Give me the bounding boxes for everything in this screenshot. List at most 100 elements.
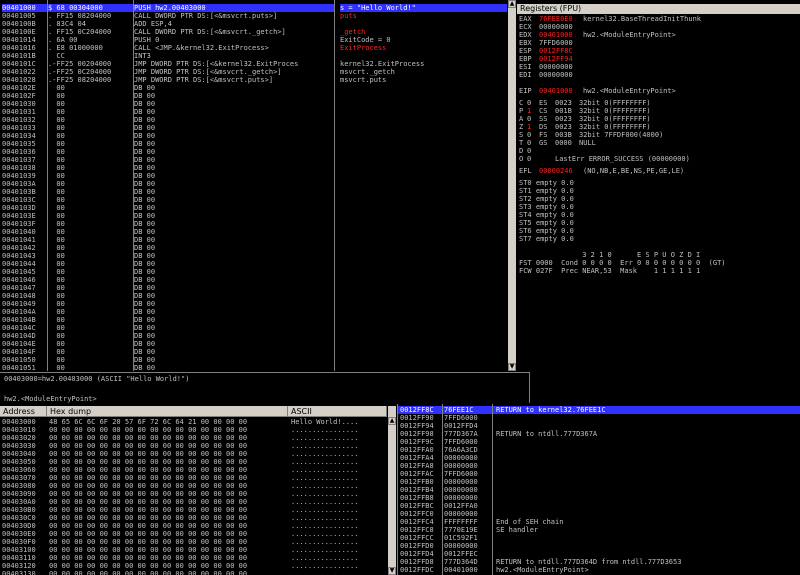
dump-listing[interactable]: 00403000 48 65 6C 6C 6F 20 57 6F 72 6C 64… <box>0 418 387 575</box>
disasm-row[interactable]: 0040100E . FF15 0C204000 CALL DWORD PTR DS… <box>0 28 507 36</box>
dump-row[interactable]: 004030B0 00 00 00 00 00 00 00 00 00 00 00… <box>0 506 387 514</box>
register-value[interactable]: 76FEE0E0 <box>539 15 579 23</box>
stack-row[interactable]: 0012FFC8 7770E19E SE handler <box>398 526 800 534</box>
fpu-register-row[interactable]: ST3 empty 0.0 <box>519 203 799 211</box>
flag-row[interactable]: C 0 ES 0023 32bit 0(FFFFFFFF) <box>519 99 799 107</box>
dump-row[interactable]: 00403020 00 00 00 00 00 00 00 00 00 00 00… <box>0 434 387 442</box>
register-row[interactable]: EDX 00401000 hw2.<ModuleEntryPoint> <box>519 31 799 39</box>
register-value[interactable]: 00000246 <box>539 167 579 175</box>
flag-row[interactable]: O 0 LastErr ERROR_SUCCESS (00000000) <box>519 155 799 163</box>
stack-row[interactable]: 0012FFDC 00401000 hw2.<ModuleEntryPoint> <box>398 566 800 574</box>
fpu-register-row[interactable]: ST4 empty 0.0 <box>519 211 799 219</box>
disasm-row[interactable]: 0040104F 00 DB 00 <box>0 348 507 356</box>
disasm-row[interactable]: 00401035 00 DB 00 <box>0 140 507 148</box>
disasm-row[interactable]: 0040101C .-FF25 00204000 JMP DWORD PTR DS:… <box>0 60 507 68</box>
disasm-row[interactable]: 00401042 00 DB 00 <box>0 244 507 252</box>
dump-row[interactable]: 00403070 00 00 00 00 00 00 00 00 00 00 00… <box>0 474 387 482</box>
register-row[interactable]: EBP 0012FF94 <box>519 55 799 63</box>
dump-row[interactable]: 004030C0 00 00 00 00 00 00 00 00 00 00 00… <box>0 514 387 522</box>
fpu-register-row[interactable]: ST1 empty 0.0 <box>519 187 799 195</box>
disasm-row[interactable]: 0040103B 00 DB 00 <box>0 188 507 196</box>
stack-row[interactable]: 0012FFA0 76A6A3CD <box>398 446 800 454</box>
disasm-row[interactable]: 00401048 00 DB 00 <box>0 292 507 300</box>
dump-header-ascii[interactable]: ASCII <box>288 406 387 417</box>
stack-row[interactable]: 0012FF90 7FFD6000 <box>398 414 800 422</box>
stack-row[interactable]: 0012FFB0 00000000 <box>398 478 800 486</box>
disasm-row[interactable]: 00401000 $ 68 00304000 PUSH hw2.00403000 s … <box>0 4 507 12</box>
registers-list[interactable]: EAX 76FEE0E0 kernel32.BaseThreadInitThunk E… <box>519 15 799 275</box>
disasm-row[interactable]: 00401016 . E8 01000000 CALL <JMP.&kernel32… <box>0 44 507 52</box>
stack-row[interactable]: 0012FFD8 777D364D RETURN to ntdll.777D364D… <box>398 558 800 566</box>
disasm-row[interactable]: 0040104E 00 DB 00 <box>0 340 507 348</box>
register-value[interactable]: 00401000 <box>539 87 579 95</box>
disasm-row[interactable]: 00401032 00 DB 00 <box>0 116 507 124</box>
disasm-row[interactable]: 00401038 00 DB 00 <box>0 164 507 172</box>
disasm-row[interactable]: 00401036 00 DB 00 <box>0 148 507 156</box>
flag-value[interactable]: 0 <box>527 139 535 147</box>
register-value[interactable]: 0012FF94 <box>539 55 579 63</box>
disasm-row[interactable]: 00401030 00 DB 00 <box>0 100 507 108</box>
flag-value[interactable]: 0 <box>527 155 535 163</box>
dump-row[interactable]: 004030E0 00 00 00 00 00 00 00 00 00 00 00… <box>0 530 387 538</box>
flag-row[interactable]: A 0 SS 0023 32bit 0(FFFFFFFF) <box>519 115 799 123</box>
stack-row[interactable]: 0012FFB8 00000000 <box>398 494 800 502</box>
disasm-row[interactable]: 00401039 00 DB 00 <box>0 172 507 180</box>
fpu-register-row[interactable]: ST6 empty 0.0 <box>519 227 799 235</box>
fpu-status-word[interactable]: FST 0000 Cond 0 0 0 0 Err 0 0 0 0 0 0 0 … <box>519 259 799 267</box>
stack-row[interactable]: 0012FFAC 7FFD6000 <box>398 470 800 478</box>
dump-row[interactable]: 00403110 00 00 00 00 00 00 00 00 00 00 00… <box>0 554 387 562</box>
stack-row[interactable]: 0012FF98 777D367A RETURN to ntdll.777D367A <box>398 430 800 438</box>
scroll-down-icon[interactable]: ▼ <box>508 363 516 371</box>
dump-header-hex[interactable]: Hex dump <box>47 406 288 417</box>
dump-row[interactable]: 004030D0 00 00 00 00 00 00 00 00 00 00 00… <box>0 522 387 530</box>
register-row[interactable]: ESP 0012FF8C <box>519 47 799 55</box>
disasm-row[interactable]: 00401031 00 DB 00 <box>0 108 507 116</box>
disasm-row[interactable]: 00401045 00 DB 00 <box>0 268 507 276</box>
dump-row[interactable]: 00403100 00 00 00 00 00 00 00 00 00 00 00… <box>0 546 387 554</box>
scroll-down-icon[interactable]: ▼ <box>388 567 396 575</box>
disasm-row[interactable]: 00401005 . FF15 08204000 CALL DWORD PTR DS… <box>0 12 507 20</box>
flag-value[interactable]: 1 <box>527 107 535 115</box>
stack-row[interactable]: 0012FFD0 00000000 <box>398 542 800 550</box>
register-value[interactable]: 00000000 <box>539 23 579 31</box>
register-row[interactable]: ECX 00000000 <box>519 23 799 31</box>
dump-row[interactable]: 00403000 48 65 6C 6C 6F 20 57 6F 72 6C 64… <box>0 418 387 426</box>
disasm-row[interactable]: 00401037 00 DB 00 <box>0 156 507 164</box>
fpu-register-row[interactable]: ST7 empty 0.0 <box>519 235 799 243</box>
flag-value[interactable]: 0 <box>527 99 535 107</box>
flag-row[interactable]: D0 <box>519 147 799 155</box>
disasm-row[interactable]: 0040100B . 83C4 04 ADD ESP,4 <box>0 20 507 28</box>
scroll-up-icon[interactable]: ▲ <box>508 0 516 8</box>
disasm-row[interactable]: 0040103F 00 DB 00 <box>0 220 507 228</box>
stack-row[interactable]: 0012FFB4 00000000 <box>398 486 800 494</box>
stack-row[interactable]: 0012FF8C 76FEE1C RETURN to kernel32.76FEE1… <box>398 406 800 414</box>
disasm-row[interactable]: 0040103A 00 DB 00 <box>0 180 507 188</box>
stack-row[interactable]: 0012FFC0 00000000 <box>398 510 800 518</box>
disassembly-pane[interactable]: 00401000 $ 68 00304000 PUSH hw2.00403000 s … <box>0 0 516 371</box>
dump-row[interactable]: 00403010 00 00 00 00 00 00 00 00 00 00 00… <box>0 426 387 434</box>
flag-row[interactable]: T 0 GS 0000 NULL <box>519 139 799 147</box>
stack-row[interactable]: 0012FFA8 00000000 <box>398 462 800 470</box>
flag-value[interactable]: 0 <box>527 147 535 155</box>
disasm-row[interactable]: 00401050 00 DB 00 <box>0 356 507 364</box>
dump-row[interactable]: 00403050 00 00 00 00 00 00 00 00 00 00 00… <box>0 458 387 466</box>
fpu-register-row[interactable]: ST2 empty 0.0 <box>519 195 799 203</box>
register-value[interactable]: 00000000 <box>539 71 579 79</box>
disasm-row[interactable]: 0040103E 00 DB 00 <box>0 212 507 220</box>
dump-row[interactable]: 00403040 00 00 00 00 00 00 00 00 00 00 00… <box>0 450 387 458</box>
disasm-row[interactable]: 0040104D 00 DB 00 <box>0 332 507 340</box>
register-row[interactable]: EIP 00401000 hw2.<ModuleEntryPoint> <box>519 87 799 95</box>
register-row[interactable]: ESI 00000000 <box>519 63 799 71</box>
registers-pane[interactable]: Registers (FPU) EAX 76FEE0E0 kernel32.Base… <box>517 0 800 371</box>
dump-pane[interactable]: Address Hex dump ASCII 00403000 48 65 6C … <box>0 404 396 575</box>
flag-row[interactable]: Z 1 DS 0023 32bit 0(FFFFFFFF) <box>519 123 799 131</box>
register-value[interactable]: 00000000 <box>539 63 579 71</box>
stack-row[interactable]: 0012FFBC 0012FFA0 <box>398 502 800 510</box>
dump-row[interactable]: 00403060 00 00 00 00 00 00 00 00 00 00 00… <box>0 466 387 474</box>
disassembly-listing[interactable]: 00401000 $ 68 00304000 PUSH hw2.00403000 s … <box>0 4 507 371</box>
flag-value[interactable]: 1 <box>527 123 535 131</box>
disasm-row[interactable]: 00401028 .-FF25 08204000 JMP DWORD PTR DS:… <box>0 76 507 84</box>
flag-value[interactable]: 0 <box>527 131 535 139</box>
fpu-control-word[interactable]: FCW 027F Prec NEAR,53 Mask 1 1 1 1 1 1 <box>519 267 799 275</box>
disasm-row[interactable]: 0040103C 00 DB 00 <box>0 196 507 204</box>
